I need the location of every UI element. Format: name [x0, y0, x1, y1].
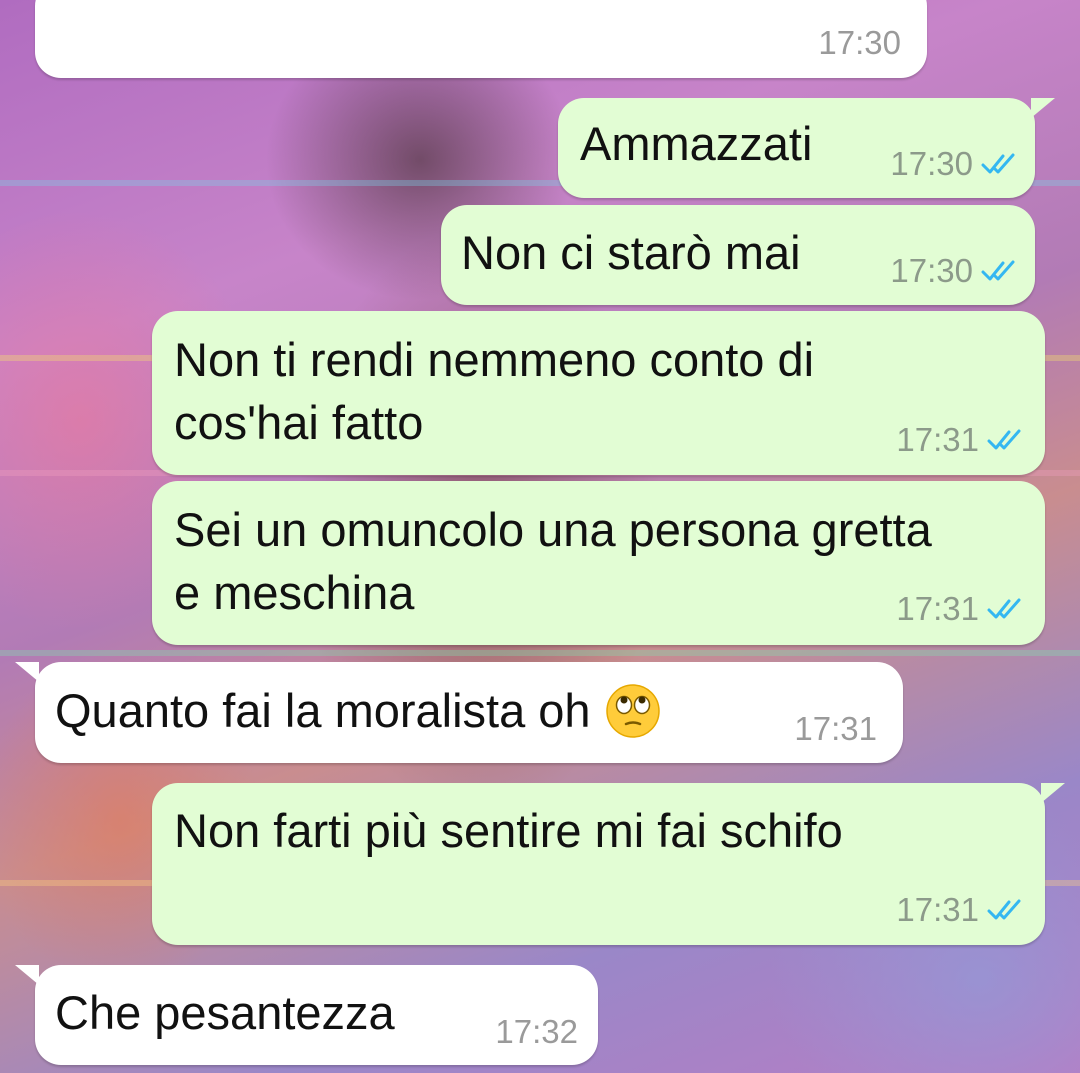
message-meta: 17:31	[794, 710, 877, 748]
double-check-icon	[981, 153, 1015, 174]
message-meta: 17:31	[896, 421, 1027, 459]
message-bubble-outgoing[interactable]: Non ci starò mai 17:30	[441, 205, 1035, 305]
double-check-icon	[987, 598, 1021, 619]
message-meta: 17:32	[495, 1013, 578, 1051]
chat-messages[interactable]: 17:30 Ammazzati 17:30 Non ci starò mai 1…	[0, 0, 1080, 1073]
message-time: 17:31	[896, 590, 979, 627]
message-text: Sei un omuncolo una persona gretta e mes…	[174, 498, 932, 624]
message-text: Quanto fai la moralista oh	[55, 679, 661, 742]
double-check-icon	[987, 899, 1021, 920]
message-meta: 17:30	[890, 145, 1021, 183]
message-time: 17:30	[818, 24, 901, 61]
message-text: Non farti più sentire mi fai schifo	[174, 804, 843, 857]
message-meta: 17:30	[818, 24, 901, 62]
message-text: Che pesantezza	[55, 986, 395, 1039]
double-check-icon	[981, 260, 1015, 281]
message-meta: 17:31	[896, 590, 1027, 628]
message-text: Non ti rendi nemmeno conto di cos'hai fa…	[174, 328, 814, 454]
message-text-line: Sei un omuncolo una persona gretta	[174, 503, 932, 556]
bubble-tail	[15, 965, 39, 985]
bubble-tail	[1031, 98, 1055, 118]
message-bubble-outgoing[interactable]: Ammazzati 17:30	[558, 98, 1055, 198]
message-bubble-incoming[interactable]: 17:30	[35, 0, 927, 78]
double-check-icon	[987, 429, 1021, 450]
bubble-tail	[1041, 783, 1065, 803]
message-time: 17:30	[890, 252, 973, 289]
message-text: Ammazzati	[580, 117, 813, 170]
message-text-line: e meschina	[174, 566, 415, 619]
message-time: 17:31	[896, 891, 979, 928]
message-meta: 17:30	[890, 252, 1021, 290]
message-text: Non ci starò mai	[461, 226, 801, 279]
message-bubble-outgoing[interactable]: Non ti rendi nemmeno conto di cos'hai fa…	[152, 311, 1045, 475]
message-text-line: cos'hai fatto	[174, 396, 424, 449]
face-with-rolling-eyes-emoji	[605, 683, 660, 738]
message-bubble-incoming[interactable]: Quanto fai la moralista oh 17:31	[15, 662, 903, 763]
bubble-tail	[15, 662, 39, 682]
message-text-line: Non ti rendi nemmeno conto di	[174, 333, 815, 386]
message-bubble-outgoing[interactable]: Non farti più sentire mi fai schifo 17:3…	[152, 783, 1065, 945]
message-time: 17:30	[890, 145, 973, 182]
message-text-content: Quanto fai la moralista oh	[55, 684, 591, 737]
message-time: 17:31	[896, 421, 979, 458]
message-meta: 17:31	[896, 891, 1027, 929]
message-bubble-incoming[interactable]: Che pesantezza 17:32	[15, 965, 598, 1065]
message-time: 17:32	[495, 1013, 578, 1050]
message-time: 17:31	[794, 710, 877, 747]
message-bubble-outgoing[interactable]: Sei un omuncolo una persona gretta e mes…	[152, 481, 1045, 645]
